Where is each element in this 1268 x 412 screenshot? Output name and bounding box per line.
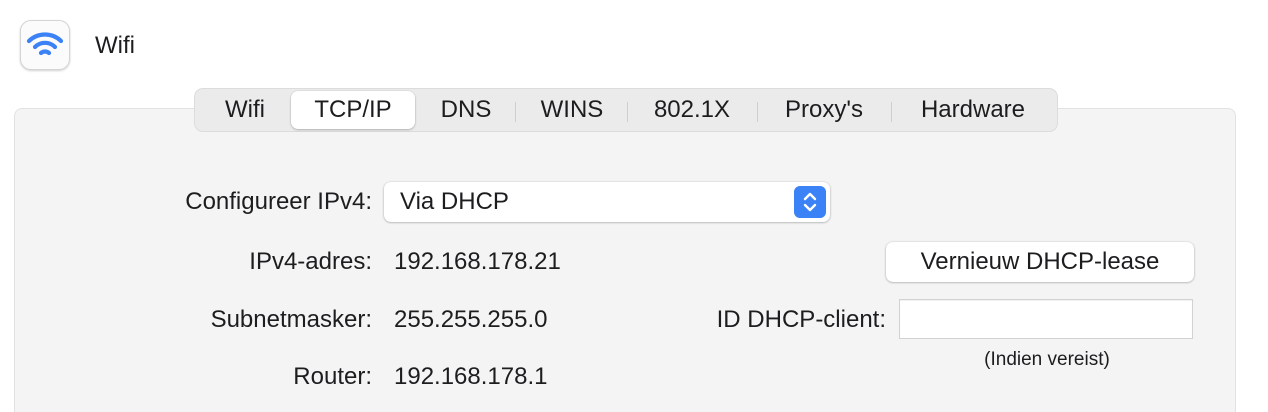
tab-separator xyxy=(891,102,892,122)
up-down-chevron-icon xyxy=(794,186,826,218)
tab-proxies[interactable]: Proxy's xyxy=(759,91,889,129)
tab-separator xyxy=(757,102,758,122)
wifi-icon xyxy=(26,32,64,56)
tab-separator xyxy=(627,102,628,122)
router-value: 192.168.178.1 xyxy=(394,363,548,390)
renew-dhcp-lease-button[interactable]: Vernieuw DHCP-lease xyxy=(886,242,1194,282)
ipv4-address-label: IPv4-adres: xyxy=(249,248,372,275)
tab-wifi[interactable]: Wifi xyxy=(197,91,293,129)
tab-dns[interactable]: DNS xyxy=(419,91,513,129)
subnet-mask-label: Subnetmasker: xyxy=(210,306,372,333)
tab-hardware[interactable]: Hardware xyxy=(893,91,1053,129)
network-settings-window: Wifi Wifi TCP/IP DNS WINS 802.1X Proxy's… xyxy=(0,0,1268,412)
wifi-app-icon xyxy=(20,20,70,70)
tab-8021x[interactable]: 802.1X xyxy=(629,91,755,129)
tab-bar: Wifi TCP/IP DNS WINS 802.1X Proxy's Hard… xyxy=(194,88,1058,132)
tab-tcpip[interactable]: TCP/IP xyxy=(291,91,415,129)
dhcp-client-id-field[interactable] xyxy=(899,299,1193,339)
window-title: Wifi xyxy=(95,32,135,59)
dhcp-client-id-label: ID DHCP-client: xyxy=(716,306,886,333)
tab-separator xyxy=(515,102,516,122)
configure-ipv4-select[interactable]: Via DHCP xyxy=(384,182,830,222)
router-label: Router: xyxy=(293,363,372,390)
dhcp-client-id-hint: (Indien vereist) xyxy=(984,349,1110,370)
ipv4-address-value: 192.168.178.21 xyxy=(394,248,561,275)
configure-ipv4-value: Via DHCP xyxy=(400,188,509,215)
tab-wins[interactable]: WINS xyxy=(517,91,627,129)
configure-ipv4-label: Configureer IPv4: xyxy=(185,188,372,215)
subnet-mask-value: 255.255.255.0 xyxy=(394,306,548,333)
